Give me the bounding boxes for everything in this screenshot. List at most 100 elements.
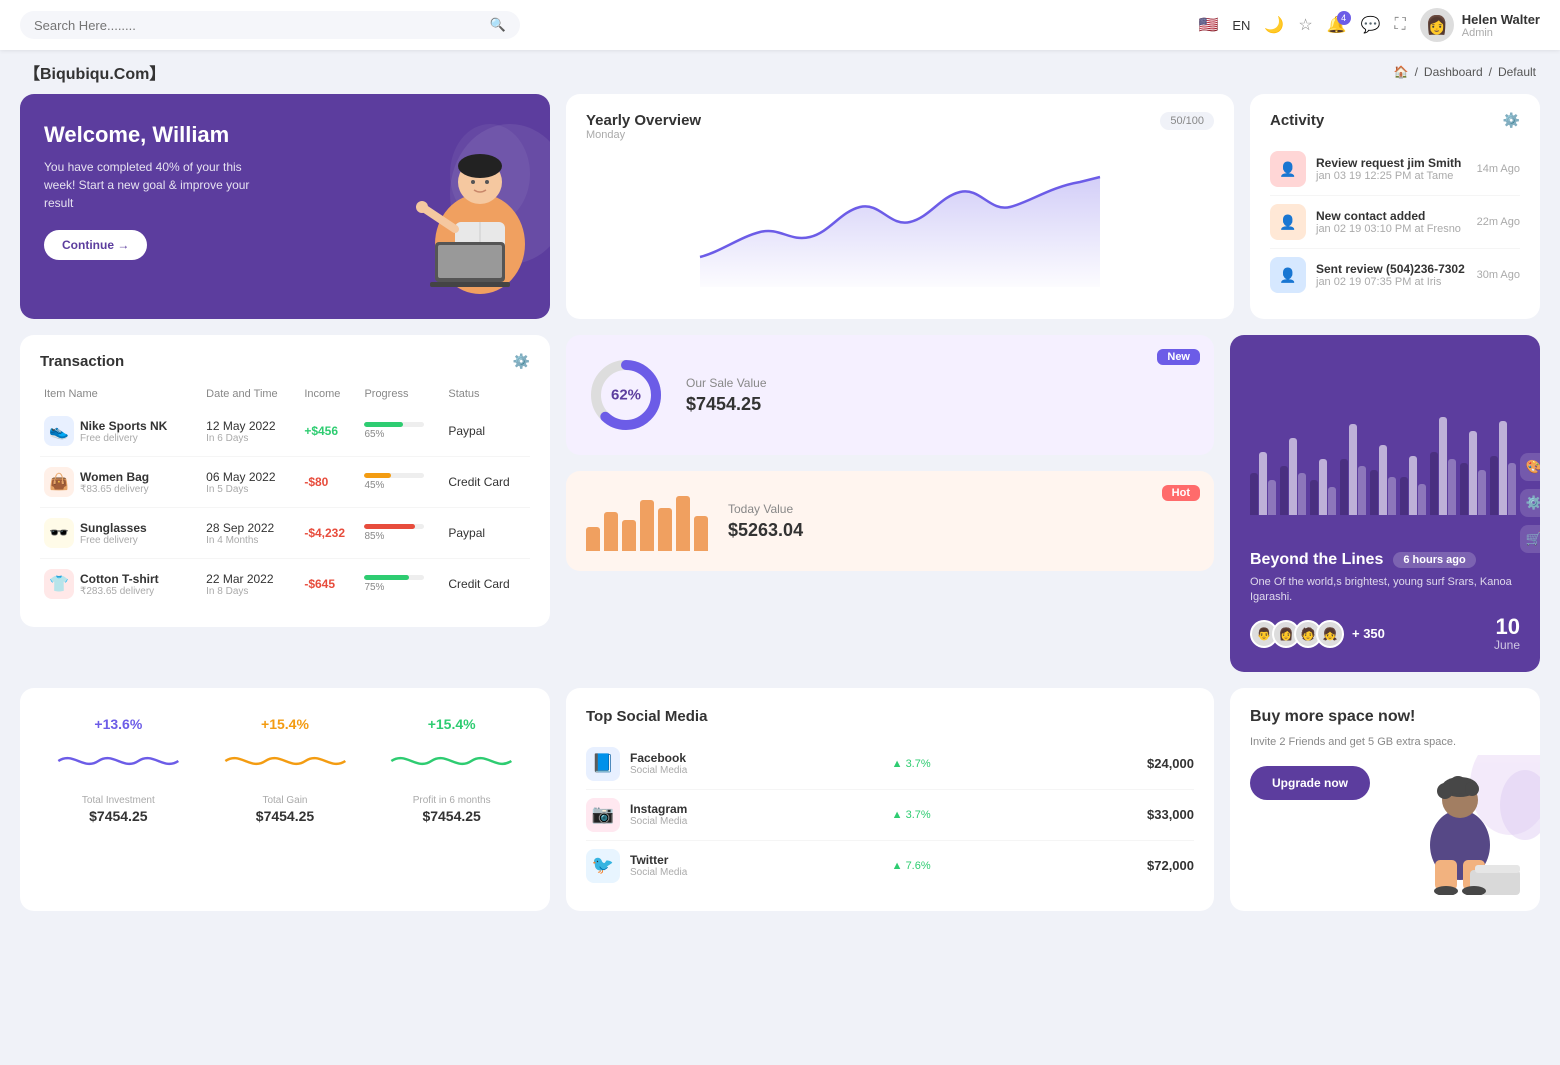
item-cell: 👜 Women Bag ₹83.65 delivery <box>44 467 198 497</box>
dark-mode-icon[interactable]: 🌙 <box>1264 15 1284 35</box>
overview-title: Yearly Overview <box>586 112 701 129</box>
progress-fill <box>364 524 415 529</box>
main-content: Welcome, William You have completed 40% … <box>0 94 1560 931</box>
row1: Welcome, William You have completed 40% … <box>20 94 1540 319</box>
mini-bar <box>658 508 672 551</box>
progress-label: 45% <box>364 480 440 491</box>
bar-light <box>1418 484 1426 516</box>
expand-icon[interactable]: ⛶ <box>1395 16 1406 34</box>
social-info: Facebook Social Media <box>630 751 687 776</box>
stat-label: Total Investment <box>48 795 189 806</box>
palette-icon[interactable]: 🎨 <box>1520 453 1540 481</box>
date-box: 10 June <box>1494 616 1520 652</box>
transaction-settings-icon[interactable]: ⚙️ <box>513 353 530 370</box>
social-amount: $33,000 <box>1147 807 1194 822</box>
activity-item-name: Review request jim Smith <box>1316 156 1467 170</box>
star-icon[interactable]: ☆ <box>1298 15 1312 35</box>
bar-dark <box>1460 463 1468 516</box>
social-sub: Social Media <box>630 816 687 827</box>
activity-list: 👤 Review request jim Smith jan 03 19 12:… <box>1270 143 1520 301</box>
activity-settings-icon[interactable]: ⚙️ <box>1503 112 1520 129</box>
social-title: Top Social Media <box>586 708 1194 725</box>
social-name: Instagram <box>630 802 687 816</box>
activity-card: Activity ⚙️ 👤 Review request jim Smith j… <box>1250 94 1540 319</box>
item-cell: 👟 Nike Sports NK Free delivery <box>44 416 198 446</box>
beyond-bar-chart <box>1250 355 1520 535</box>
stat-value: $7454.25 <box>215 808 356 824</box>
bar-light <box>1478 470 1486 516</box>
social-icon: 🐦 <box>586 849 620 883</box>
settings-icon[interactable]: ⚙️ <box>1520 489 1540 517</box>
user-info[interactable]: 👩 Helen Walter Admin <box>1420 8 1540 42</box>
stats-card: +13.6% Total Investment $7454.25 +15.4% … <box>20 688 550 911</box>
activity-item-sub: jan 03 19 12:25 PM at Tame <box>1316 170 1467 182</box>
transaction-card: Transaction ⚙️ Item Name Date and Time I… <box>20 335 550 627</box>
bar-dark <box>1340 459 1348 515</box>
user-role: Admin <box>1462 27 1540 39</box>
item-name: Women Bag <box>80 470 149 484</box>
item-sub: Free delivery <box>80 535 147 546</box>
bar-light <box>1298 473 1306 515</box>
bar-dark <box>1490 456 1498 516</box>
beyond-bar-col <box>1430 355 1456 515</box>
bar-medium <box>1469 431 1477 515</box>
stat-item: +13.6% Total Investment $7454.25 <box>40 708 197 832</box>
item-date: 06 May 2022 <box>206 470 296 484</box>
activity-time: 22m Ago <box>1477 216 1520 228</box>
today-info: Today Value $5263.04 <box>728 502 803 541</box>
social-name: Facebook <box>630 751 687 765</box>
social-growth: ▲ 7.6% <box>892 860 931 872</box>
social-item: 📘 Facebook Social Media ▲ 3.7% $24,000 <box>586 739 1194 790</box>
nav-right: 🇺🇸 EN 🌙 ☆ 🔔 4 💬 ⛶ 👩 Helen Walter Admin <box>1198 8 1540 42</box>
bar-medium <box>1349 424 1357 515</box>
item-income: -$645 <box>300 559 360 610</box>
activity-item: 👤 Review request jim Smith jan 03 19 12:… <box>1270 143 1520 196</box>
overview-subtitle: Monday <box>586 129 701 141</box>
stat-wave-chart <box>215 736 356 786</box>
upgrade-button[interactable]: Upgrade now <box>1250 766 1370 800</box>
item-name: Nike Sports NK <box>80 419 167 433</box>
sale-value-card: New 62% Our Sale Value $7454.25 <box>566 335 1214 455</box>
stat-percent: +13.6% <box>48 716 189 732</box>
bar-dark <box>1400 477 1408 516</box>
social-info: Twitter Social Media <box>630 853 687 878</box>
search-input[interactable] <box>34 18 482 33</box>
beyond-bar-col <box>1370 355 1396 515</box>
bar-medium <box>1259 452 1267 515</box>
social-item: 📷 Instagram Social Media ▲ 3.7% $33,000 <box>586 790 1194 841</box>
bar-medium <box>1319 459 1327 515</box>
search-bar[interactable]: 🔍 <box>20 11 520 39</box>
notifications-icon[interactable]: 🔔 4 <box>1327 15 1347 35</box>
bar-medium <box>1289 438 1297 515</box>
bar-medium <box>1409 456 1417 516</box>
table-row: 👜 Women Bag ₹83.65 delivery 06 May 2022 … <box>40 457 530 508</box>
chat-icon[interactable]: 💬 <box>1361 15 1381 35</box>
buy-space-desc: Invite 2 Friends and get 5 GB extra spac… <box>1250 734 1520 751</box>
beyond-bar-col <box>1340 355 1366 515</box>
overview-card: Yearly Overview Monday 50/100 <box>566 94 1234 319</box>
activity-title-text: Activity <box>1270 112 1324 129</box>
item-icon: 👟 <box>44 416 74 446</box>
bar-light <box>1268 480 1276 515</box>
item-icon: 👕 <box>44 569 74 599</box>
continue-button[interactable]: Continue → <box>44 230 147 260</box>
buy-space-card: Buy more space now! Invite 2 Friends and… <box>1230 688 1540 911</box>
table-row: 👟 Nike Sports NK Free delivery 12 May 20… <box>40 406 530 457</box>
bar-dark <box>1250 473 1258 515</box>
cart-icon[interactable]: 🛒 <box>1520 525 1540 553</box>
avatar: 👩 <box>1420 8 1454 42</box>
hot-tag: Hot <box>1162 485 1200 501</box>
activity-item: 👤 New contact added jan 02 19 03:10 PM a… <box>1270 196 1520 249</box>
breadcrumb-dashboard[interactable]: Dashboard <box>1424 65 1483 79</box>
home-icon[interactable]: 🏠 <box>1394 65 1409 79</box>
welcome-subtitle: You have completed 40% of your this week… <box>44 158 264 212</box>
lang-selector[interactable]: EN <box>1232 18 1250 33</box>
item-date: 12 May 2022 <box>206 419 296 433</box>
bar-medium <box>1499 421 1507 516</box>
beyond-side-icons: 🎨 ⚙️ 🛒 <box>1520 453 1540 553</box>
mini-bar <box>586 527 600 551</box>
social-sub: Social Media <box>630 867 687 878</box>
welcome-card: Welcome, William You have completed 40% … <box>20 94 550 319</box>
item-income: +$456 <box>300 406 360 457</box>
progress-label: 65% <box>364 429 440 440</box>
